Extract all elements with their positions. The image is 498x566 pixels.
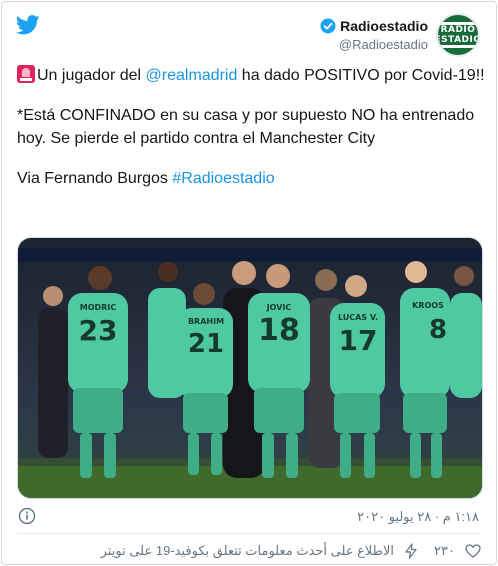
tweet-paragraph-3: Via Fernando Burgos #Radioestadio (17, 167, 487, 190)
jersey-name-2: BRAHIM (188, 317, 224, 326)
author-handle[interactable]: @Radioestadio (339, 37, 428, 52)
avatar-text-bottom: ESTADIO (436, 35, 480, 45)
covid-info-link[interactable]: الاطلاع على أحدث معلومات تتعلق بكوفيد-19… (101, 543, 394, 559)
tweet-text: Un jugador del @realmadrid ha dado POSIT… (17, 64, 487, 190)
tweet-paragraph-1: Un jugador del @realmadrid ha dado POSIT… (17, 64, 487, 87)
display-name-row: Radioestadio (320, 18, 428, 34)
tweet-paragraph-2: *Está CONFINADO en su casa y por supuest… (17, 107, 475, 147)
jersey-name-4: LUCAS V. (338, 313, 378, 322)
mention-realmadrid-link[interactable]: @realmadrid (146, 67, 238, 84)
jersey-number-2: 21 (188, 329, 224, 359)
info-icon[interactable] (18, 507, 36, 525)
jersey-number-4: 17 (339, 324, 378, 357)
tweet-media-photo[interactable]: MODRIC 23 BRAHIM 21 JOVIC 18 LUCAS V. 17… (17, 237, 483, 499)
author-names: Radioestadio @Radioestadio (320, 18, 428, 52)
avatar[interactable]: RADIO ESTADIO (436, 13, 480, 57)
jersey-name-1: MODRIC (80, 303, 117, 312)
jersey-name-5: KROOS (412, 301, 444, 310)
jersey-number-5: 8 (429, 315, 447, 345)
heart-icon[interactable] (465, 543, 481, 559)
jersey-name-3: JOVIC (266, 303, 292, 312)
tweet-author[interactable]: Radioestadio @Radioestadio RADIO ESTADIO (320, 13, 480, 57)
tweet-footer: ٢٣٠ الاطلاع على أحدث معلومات تتعلق بكوفي… (17, 539, 481, 563)
team-huddle-photo: MODRIC 23 BRAHIM 21 JOVIC 18 LUCAS V. 17… (18, 238, 482, 498)
embedded-tweet: Radioestadio @Radioestadio RADIO ESTADIO… (1, 1, 497, 565)
jersey-number-3: 18 (258, 313, 300, 348)
hashtag-radioestadio-link[interactable]: #Radioestadio (172, 170, 274, 187)
author-display-name[interactable]: Radioestadio (340, 18, 428, 34)
avatar-text-top: RADIO (440, 25, 476, 35)
jersey-number-1: 23 (79, 314, 118, 347)
tweet-line1-prefix: Un jugador del (37, 67, 146, 84)
via-text: Via Fernando Burgos (17, 170, 173, 187)
twitter-bird-icon[interactable] (16, 15, 40, 35)
footer-divider (17, 533, 481, 534)
avatar-stripe-bottom (438, 45, 478, 48)
like-count[interactable]: ٢٣٠ (434, 543, 455, 559)
lightning-bolt-icon (405, 543, 417, 559)
tweet-line1-suffix: ha dado POSITIVO por Covid-19!! (237, 67, 485, 84)
verified-badge-icon (320, 18, 336, 34)
siren-emoji-icon (17, 65, 35, 83)
tweet-timestamp[interactable]: ١:١٨ م · ٢٨ يوليو ٢٠٢٠ (357, 509, 479, 525)
